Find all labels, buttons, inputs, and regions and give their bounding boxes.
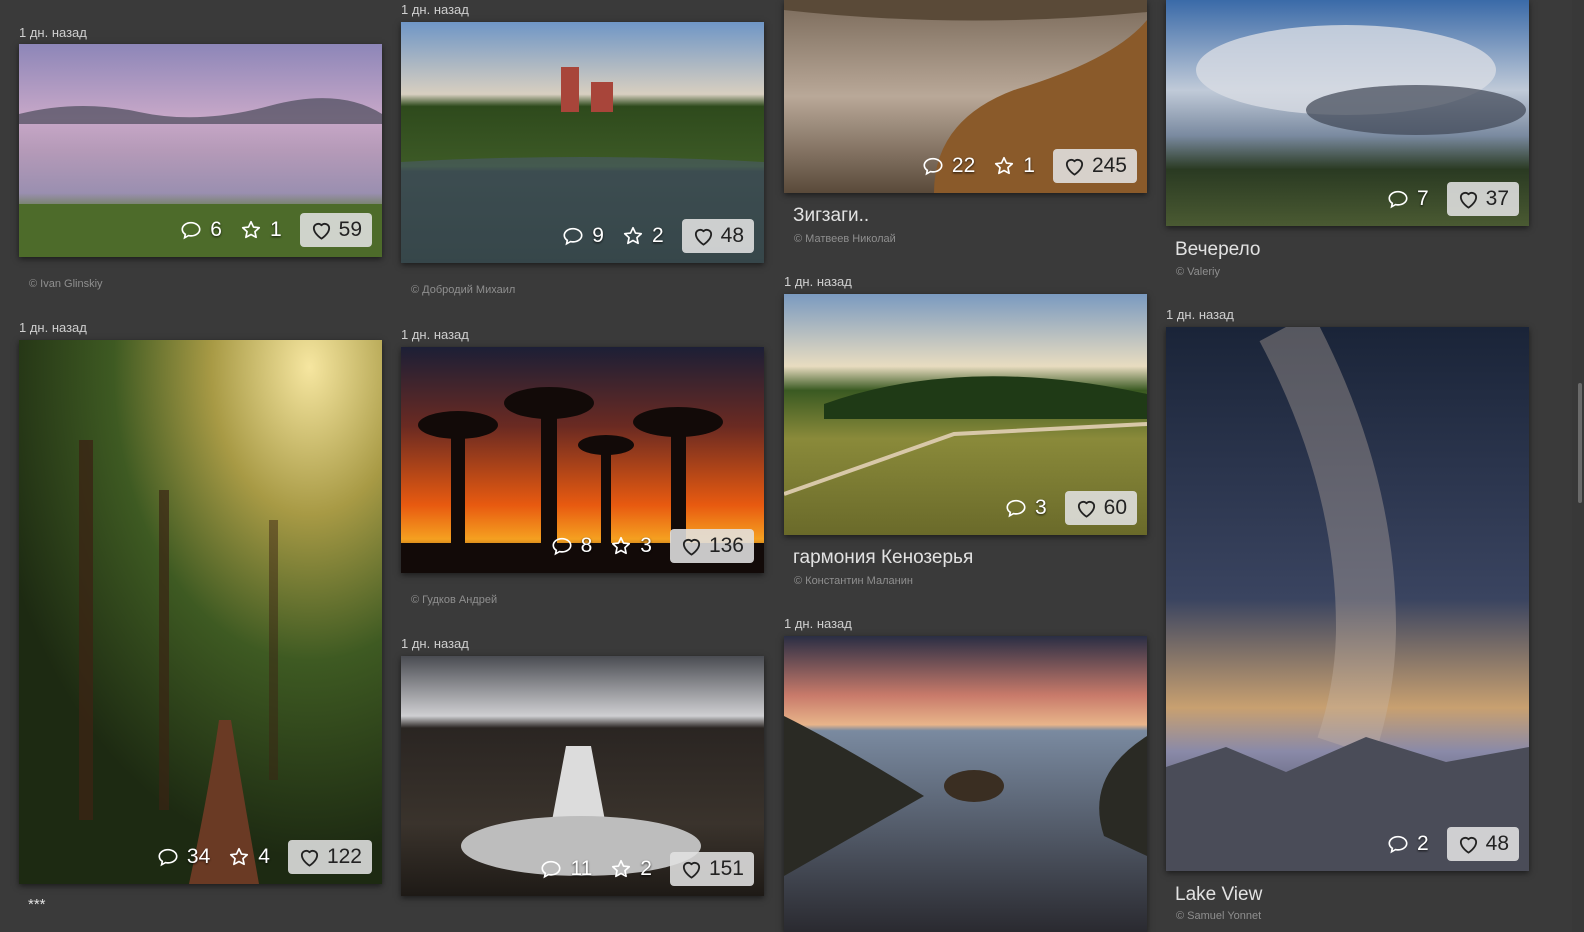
photo-title[interactable]: Lake View: [1175, 884, 1262, 906]
photo-author[interactable]: © Добродий Михаил: [411, 284, 515, 296]
photo-author[interactable]: © Гудков Андрей: [411, 594, 497, 606]
comments-count[interactable]: 2: [1387, 832, 1429, 856]
heart-icon: [680, 858, 703, 881]
photo-thumbnail[interactable]: 8 3 136: [401, 347, 764, 573]
photo-thumbnail[interactable]: 9 2 48: [401, 22, 764, 263]
photo-thumbnail[interactable]: 3 60: [784, 294, 1147, 535]
star-icon: [993, 155, 1015, 177]
post-time: 1 дн. назад: [19, 25, 87, 40]
comment-icon: [1387, 833, 1409, 855]
star-icon: [240, 219, 262, 241]
photo-thumbnail[interactable]: 7 37: [1166, 0, 1529, 226]
scrollbar[interactable]: [1572, 0, 1584, 932]
post-time: 1 дн. назад: [1166, 307, 1234, 322]
comments-count[interactable]: 22: [922, 154, 975, 178]
photo-stats: 6 1 59: [180, 213, 372, 247]
heart-icon: [310, 219, 333, 242]
heart-icon: [298, 846, 321, 869]
photo-stats: 7 37: [1387, 182, 1519, 216]
photo-author[interactable]: © Valeriy: [1176, 266, 1220, 278]
photo-title[interactable]: Вечерело: [1175, 239, 1260, 261]
star-icon: [610, 858, 632, 880]
post-time: 1 дн. назад: [401, 2, 469, 17]
comment-icon: [180, 219, 202, 241]
photo-thumbnail[interactable]: 34 4 122: [19, 340, 382, 884]
comments-count[interactable]: 6: [180, 218, 222, 242]
comment-icon: [922, 155, 944, 177]
post-time: 1 дн. назад: [19, 320, 87, 335]
heart-icon: [692, 225, 715, 248]
photo-stats: 34 4 122: [157, 840, 372, 874]
comments-count[interactable]: 8: [551, 534, 592, 558]
photo-thumbnail[interactable]: 2 48: [1166, 327, 1529, 871]
like-button[interactable]: 48: [1446, 827, 1519, 861]
like-button[interactable]: 59: [299, 213, 372, 247]
like-button[interactable]: 151: [669, 852, 754, 886]
favorites-count[interactable]: 1: [240, 218, 282, 242]
favorites-count[interactable]: 4: [228, 845, 270, 869]
comments-count[interactable]: 9: [562, 224, 604, 248]
post-time: 1 дн. назад: [401, 636, 469, 651]
comment-icon: [157, 846, 179, 868]
photo-stats: 8 3 136: [551, 529, 754, 563]
photo-thumbnail[interactable]: 11 2 151: [401, 656, 764, 896]
heart-icon: [1457, 188, 1480, 211]
comments-count[interactable]: 7: [1387, 187, 1429, 211]
comment-icon: [1005, 497, 1027, 519]
comment-icon: [551, 535, 573, 557]
comments-count[interactable]: 11: [540, 857, 592, 881]
photo-stats: 2 48: [1387, 827, 1519, 861]
star-icon: [622, 225, 644, 247]
photo-author[interactable]: © Матвеев Николай: [794, 233, 896, 245]
comments-count[interactable]: 34: [157, 845, 210, 869]
comments-count[interactable]: 3: [1005, 496, 1047, 520]
photo-thumbnail[interactable]: 22 1 245: [784, 0, 1147, 193]
favorites-count[interactable]: 2: [622, 224, 664, 248]
like-button[interactable]: 48: [681, 219, 754, 253]
photo-title[interactable]: Зигзаги..: [793, 205, 869, 227]
photo-author[interactable]: © Ivan Glinskiy: [29, 278, 103, 290]
photo-author[interactable]: © Samuel Yonnet: [1176, 910, 1261, 922]
comment-icon: [540, 858, 562, 880]
photo-stats: 3 60: [1005, 491, 1137, 525]
comment-icon: [562, 225, 584, 247]
post-time: 1 дн. назад: [784, 616, 852, 631]
photo-title[interactable]: ***: [28, 896, 46, 913]
photo-author[interactable]: © Константин Маланин: [794, 575, 913, 587]
star-icon: [228, 846, 250, 868]
like-button[interactable]: 245: [1052, 149, 1137, 183]
heart-icon: [1075, 497, 1098, 520]
favorites-count[interactable]: 1: [993, 154, 1035, 178]
heart-icon: [1063, 155, 1086, 178]
heart-icon: [680, 535, 703, 558]
photo-stats: 11 2 151: [540, 852, 754, 886]
star-icon: [610, 535, 632, 557]
photo-stats: 22 1 245: [922, 149, 1137, 183]
post-time: 1 дн. назад: [401, 327, 469, 342]
comment-icon: [1387, 188, 1409, 210]
scrollbar-thumb[interactable]: [1578, 383, 1582, 503]
favorites-count[interactable]: 2: [610, 857, 652, 881]
photo-title[interactable]: гармония Кенозерья: [793, 547, 973, 569]
like-button[interactable]: 60: [1064, 491, 1137, 525]
post-time: 1 дн. назад: [784, 274, 852, 289]
photo-stats: 9 2 48: [562, 219, 754, 253]
photo-thumbnail[interactable]: [784, 636, 1147, 932]
like-button[interactable]: 122: [287, 840, 372, 874]
photo-thumbnail[interactable]: 6 1 59: [19, 44, 382, 257]
like-button[interactable]: 37: [1446, 182, 1519, 216]
favorites-count[interactable]: 3: [610, 534, 652, 558]
like-button[interactable]: 136: [669, 529, 754, 563]
heart-icon: [1457, 833, 1480, 856]
